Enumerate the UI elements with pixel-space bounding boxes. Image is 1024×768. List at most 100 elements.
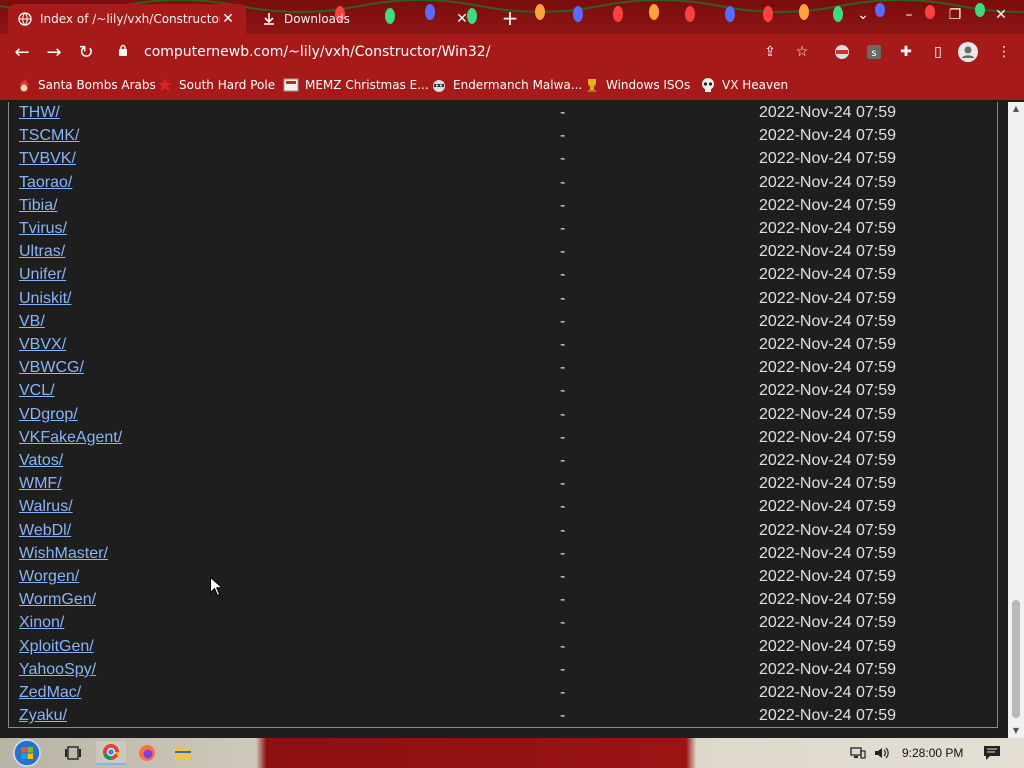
directory-link[interactable]: XploitGen/ [19,638,94,656]
bookmark-star-icon[interactable]: ☆ [792,42,812,62]
directory-link[interactable]: Ultras/ [19,243,65,261]
size-cell: - [560,614,566,632]
size-cell: - [560,243,566,261]
directory-link[interactable]: WMF/ [19,475,62,493]
scroll-down-arrow-icon[interactable]: ▼ [1008,724,1024,738]
listing-row: VCL/ - 2022-Nov-24 07:59 [9,380,999,403]
scroll-up-arrow-icon[interactable]: ▲ [1008,102,1024,116]
file-explorer-icon[interactable] [168,741,198,765]
start-orb-icon[interactable] [10,739,44,767]
tab-index-win32[interactable]: Index of /~lily/vxh/Constructor/Win32/ ✕ [8,4,246,34]
back-arrow-icon[interactable]: ← [10,40,34,64]
taskbar-clock[interactable]: 9:28:00 PM [902,746,963,760]
action-center-icon[interactable] [982,746,1002,760]
bookmark-vx-heaven[interactable]: VX Heaven [700,76,788,94]
directory-link[interactable]: Xinon/ [19,614,64,632]
directory-link[interactable]: Tvirus/ [19,220,67,238]
extensions-puzzle-icon[interactable]: ✚ [896,42,916,62]
listing-row: Uniskit/ - 2022-Nov-24 07:59 [9,288,999,311]
directory-link[interactable]: Tibia/ [19,197,58,215]
firefox-icon[interactable] [132,741,162,765]
directory-link[interactable]: VBVX/ [19,336,66,354]
directory-link[interactable]: VB/ [19,313,45,331]
menu-kebab-icon[interactable]: ⋮ [994,42,1014,62]
modified-date-cell: 2022-Nov-24 07:59 [759,452,896,469]
modified-date-cell: 2022-Nov-24 07:59 [759,614,896,632]
directory-link[interactable]: TVBVK/ [19,150,76,168]
directory-link[interactable]: Uniskit/ [19,290,71,308]
listing-row: ZedMac/ - 2022-Nov-24 07:59 [9,682,999,705]
directory-link[interactable]: Unifer/ [19,266,66,284]
reload-icon[interactable]: ↻ [74,40,98,64]
modified-date-cell: 2022-Nov-24 07:59 [759,266,896,284]
directory-link[interactable]: VCL/ [19,382,55,400]
directory-link[interactable]: WishMaster/ [19,545,108,563]
directory-link[interactable]: Zyaku/ [19,707,67,725]
directory-link[interactable]: Taorao/ [19,174,72,192]
window-close-icon[interactable]: ✕ [978,0,1024,30]
directory-link[interactable]: VDgrop/ [19,406,78,424]
task-view-icon[interactable] [58,741,88,765]
scrollbar-thumb[interactable] [1012,600,1020,718]
directory-link[interactable]: Walrus/ [19,498,73,516]
extension-flag-icon[interactable] [832,42,852,62]
address-bar[interactable]: computernewb.com/~lily/vxh/Constructor/W… [108,38,826,66]
bookmark-south-hard-pole[interactable]: South Hard Pole [157,76,275,94]
modified-date-cell: 2022-Nov-24 07:59 [759,196,896,214]
listing-row: Worgen/ - 2022-Nov-24 07:59 [9,566,999,589]
browser-titlebar: Index of /~lily/vxh/Constructor/Win32/ ✕… [0,0,1024,34]
listing-row: Taorao/ - 2022-Nov-24 07:59 [9,172,999,195]
listing-row: Tibia/ - 2022-Nov-24 07:59 [9,195,999,218]
page-icon [283,77,299,93]
directory-link[interactable]: YahooSpy/ [19,661,96,679]
close-icon[interactable]: ✕ [220,11,236,27]
size-cell: - [560,359,566,377]
tab-title: Downloads [284,12,350,26]
listing-row: Zyaku/ - 2022-Nov-24 07:59 [9,705,999,728]
chrome-icon[interactable] [96,741,126,765]
bookmark-memz-christmas[interactable]: MEMZ Christmas E... [283,76,429,94]
directory-link[interactable]: ZedMac/ [19,684,81,702]
directory-link[interactable]: TSCMK/ [19,127,79,145]
listing-row: Walrus/ - 2022-Nov-24 07:59 [9,496,999,519]
forward-arrow-icon[interactable]: → [42,40,66,64]
modified-date-cell: 2022-Nov-24 07:59 [759,684,896,701]
svg-text:s: s [871,48,876,59]
listing-row: VB/ - 2022-Nov-24 07:59 [9,311,999,334]
directory-link[interactable]: Worgen/ [19,568,79,586]
bookmark-santa-bombs-arabs[interactable]: Santa Bombs Arabs [16,76,156,94]
directory-link[interactable]: Vatos/ [19,452,63,470]
tab-search-chevron-icon[interactable]: ⌄ [840,0,886,30]
directory-link[interactable]: VKFakeAgent/ [19,429,122,447]
listing-row: WMF/ - 2022-Nov-24 07:59 [9,473,999,496]
minimize-icon[interactable]: – [886,0,932,30]
extension-s-icon[interactable]: s [864,42,884,62]
profile-avatar-icon[interactable] [958,42,978,62]
size-cell: - [560,591,566,609]
bookmarks-bar: Santa Bombs Arabs South Hard Pole MEMZ C… [0,70,1024,100]
network-icon[interactable] [850,746,866,760]
share-icon[interactable]: ⇪ [760,42,780,62]
page-content: THW/ - 2022-Nov-24 07:59 TSCMK/ - 2022-Nov-24… [0,102,1008,738]
new-tab-icon[interactable]: + [498,6,522,30]
windows-taskbar: 9:28:00 PM [0,738,1024,768]
bookmark-endermanch-malware[interactable]: Endermanch Malwa... [431,76,582,94]
modified-date-cell: 2022-Nov-24 07:59 [759,382,896,400]
directory-link[interactable]: WebDl/ [19,522,71,540]
directory-link[interactable]: WormGen/ [19,591,96,609]
listing-row: THW/ - 2022-Nov-24 07:59 [9,102,999,125]
directory-link[interactable]: THW/ [19,104,60,122]
tab-downloads[interactable]: Downloads ✕ [252,4,480,34]
modified-date-cell: 2022-Nov-24 07:59 [759,707,896,725]
modified-date-cell: 2022-Nov-24 07:59 [759,544,896,562]
vertical-scrollbar[interactable]: ▲ ▼ [1008,102,1024,738]
volume-icon[interactable] [874,746,890,760]
bookmark-windows-isos[interactable]: Windows ISOs [584,76,690,94]
size-cell: - [560,150,566,168]
restore-icon[interactable]: ❐ [932,0,978,30]
raccoon-icon [431,77,447,93]
close-icon[interactable]: ✕ [454,11,470,27]
directory-link[interactable]: VBWCG/ [19,359,84,377]
size-cell: - [560,707,566,725]
side-panel-icon[interactable]: ▯ [928,42,948,62]
